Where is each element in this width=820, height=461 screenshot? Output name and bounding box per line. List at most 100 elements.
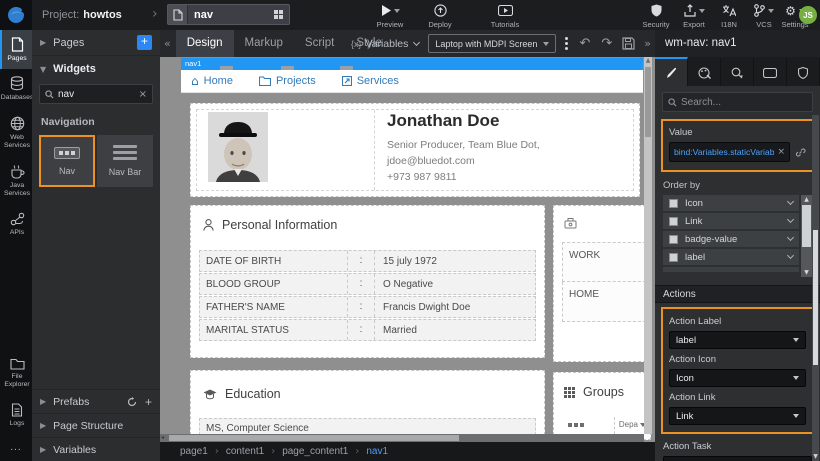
canvas-vertical-scrollbar[interactable]: ▲ <box>644 57 652 434</box>
tab-properties[interactable] <box>655 57 688 86</box>
groups-card[interactable]: Groups Depa <box>553 372 651 440</box>
chevron-down-icon[interactable] <box>787 252 794 259</box>
tab-styles[interactable] <box>688 57 721 86</box>
design-canvas[interactable]: nav1 ⌂ Home Projects Services <box>160 57 655 442</box>
scroll-thumb[interactable] <box>645 67 651 137</box>
nav-link-projects[interactable]: Projects <box>259 75 316 87</box>
export-caret-icon[interactable] <box>699 9 705 13</box>
scroll-down-icon[interactable]: ▼ <box>801 268 812 277</box>
more-options-icon[interactable] <box>565 37 568 50</box>
checkbox[interactable] <box>669 253 678 262</box>
tab-events[interactable] <box>721 57 754 86</box>
table-row[interactable]: FATHER'S NAME : Francis Dwight Doe <box>199 296 536 318</box>
redo-icon[interactable]: ↷ <box>601 36 612 51</box>
clear-search-icon[interactable]: × <box>139 89 147 100</box>
order-item-link[interactable]: Link <box>663 213 799 229</box>
order-item-badge-value[interactable]: badge-value <box>663 231 799 247</box>
collapse-right-panel-icon[interactable]: » <box>644 37 651 50</box>
wavemaker-logo[interactable] <box>0 0 32 30</box>
actions-section-header[interactable]: Actions <box>655 285 820 303</box>
nav-widget-preview[interactable]: ⌂ Home Projects Services <box>181 70 643 93</box>
vcs-button[interactable]: VCS <box>748 3 780 29</box>
rail-item-pages[interactable]: Pages <box>0 30 32 69</box>
page-selector[interactable]: nav <box>167 4 290 25</box>
pages-grid-icon[interactable] <box>274 10 283 19</box>
i18n-button[interactable]: I18N <box>712 3 746 29</box>
tab-security[interactable] <box>787 57 820 86</box>
profile-photo[interactable] <box>208 112 268 182</box>
profile-phone[interactable]: +973 987 9811 <box>387 171 457 183</box>
nav-link-services[interactable]: Services <box>342 75 399 87</box>
table-row[interactable]: MARITAL STATUS : Married <box>199 319 536 341</box>
widget-search[interactable]: × <box>39 84 153 104</box>
variables-dropdown[interactable]: {x} Variables <box>351 38 420 50</box>
refresh-prefabs-icon[interactable] <box>127 397 137 407</box>
tutorials-button[interactable]: Tutorials <box>485 3 525 29</box>
variables-section-header[interactable]: ▶ Variables <box>32 437 160 461</box>
action-icon-select[interactable]: Icon <box>669 369 806 387</box>
bind-link-icon[interactable] <box>795 147 806 158</box>
personal-info-card[interactable]: Personal Information DATE OF BIRTH : 15 … <box>190 205 545 358</box>
profile-role[interactable]: Senior Producer, Team Blue Dot, <box>387 139 540 151</box>
selected-widget-tag[interactable]: nav1 <box>181 58 643 70</box>
canvas-horizontal-scrollbar[interactable]: ◂ <box>160 434 644 442</box>
breadcrumb-content1[interactable]: content1 <box>226 446 264 457</box>
preview-caret-icon[interactable] <box>394 9 400 13</box>
tab-design[interactable]: Design <box>176 30 234 57</box>
scroll-up-icon[interactable]: ▲ <box>644 57 652 65</box>
checkbox[interactable] <box>669 235 678 244</box>
rail-item-file-explorer[interactable]: File Explorer <box>0 351 32 396</box>
export-button[interactable]: Export <box>676 3 712 29</box>
widget-tile-nav[interactable]: Nav <box>39 135 95 187</box>
page-structure-section-header[interactable]: ▶ Page Structure <box>32 413 160 437</box>
action-link-select[interactable]: Link <box>669 407 806 425</box>
pages-section-header[interactable]: ▶ Pages + <box>32 30 160 56</box>
add-page-button[interactable]: + <box>137 35 152 50</box>
list-item[interactable]: WORK <box>562 242 646 282</box>
user-avatar[interactable]: JS <box>799 6 817 24</box>
profile-name[interactable]: Jonathan Doe <box>387 111 499 131</box>
property-search-input[interactable] <box>681 97 807 108</box>
table-row[interactable]: BLOOD GROUP : O Negative <box>199 273 536 295</box>
undo-icon[interactable]: ↶ <box>579 36 590 51</box>
widgets-section-header[interactable]: ▼ Widgets <box>32 56 160 82</box>
action-task-select[interactable] <box>663 456 812 461</box>
chevron-down-icon[interactable] <box>787 234 794 241</box>
scroll-thumb[interactable] <box>802 205 811 247</box>
collapse-left-panel-icon[interactable]: « <box>164 37 171 50</box>
panel-scrollbar[interactable]: ▼ <box>812 115 819 461</box>
profile-card[interactable]: Jonathan Doe Senior Producer, Team Blue … <box>190 103 640 197</box>
breadcrumb-page1[interactable]: page1 <box>180 446 208 457</box>
widget-search-input[interactable] <box>58 89 139 100</box>
scroll-left-icon[interactable]: ◂ <box>161 434 164 442</box>
add-prefab-icon[interactable]: + <box>145 395 152 409</box>
rail-item-java-services[interactable]: Java Services <box>0 157 32 205</box>
table-row[interactable]: DATE OF BIRTH : 15 july 1972 <box>199 250 536 272</box>
rail-item-logs[interactable]: Logs <box>0 396 32 434</box>
nav-link-home[interactable]: ⌂ Home <box>191 74 233 88</box>
education-card[interactable]: Education MS, Computer Science <box>190 370 545 440</box>
prefabs-section-header[interactable]: ▶ Prefabs + <box>32 389 160 413</box>
rail-item-databases[interactable]: Databases <box>0 69 32 108</box>
preview-button[interactable]: Preview <box>370 3 410 29</box>
order-list-scrollbar[interactable]: ▲ ▼ <box>801 195 812 277</box>
rail-more-button[interactable]: ... <box>0 434 32 461</box>
scroll-thumb[interactable] <box>169 435 459 441</box>
scroll-up-icon[interactable]: ▲ <box>801 195 812 204</box>
tab-markup[interactable]: Markup <box>234 30 294 57</box>
order-item-label[interactable]: label <box>663 249 799 265</box>
chevron-down-icon[interactable] <box>787 216 794 223</box>
rail-item-apis[interactable]: APIs <box>0 205 32 243</box>
save-icon[interactable] <box>622 37 635 50</box>
property-search[interactable] <box>662 92 813 112</box>
device-selector[interactable]: Laptop with MDPI Screen <box>428 34 556 53</box>
breadcrumb-page-content1[interactable]: page_content1 <box>282 446 348 457</box>
security-button[interactable]: Security <box>638 3 674 29</box>
order-item-clipped[interactable] <box>663 267 799 272</box>
deploy-button[interactable]: Deploy <box>420 3 460 29</box>
rail-item-web-services[interactable]: Web Services <box>0 109 32 157</box>
clear-binding-icon[interactable]: × <box>777 147 785 157</box>
action-label-select[interactable]: label <box>669 331 806 349</box>
breadcrumb-nav1[interactable]: nav1 <box>366 446 388 457</box>
tab-device[interactable] <box>754 57 787 86</box>
